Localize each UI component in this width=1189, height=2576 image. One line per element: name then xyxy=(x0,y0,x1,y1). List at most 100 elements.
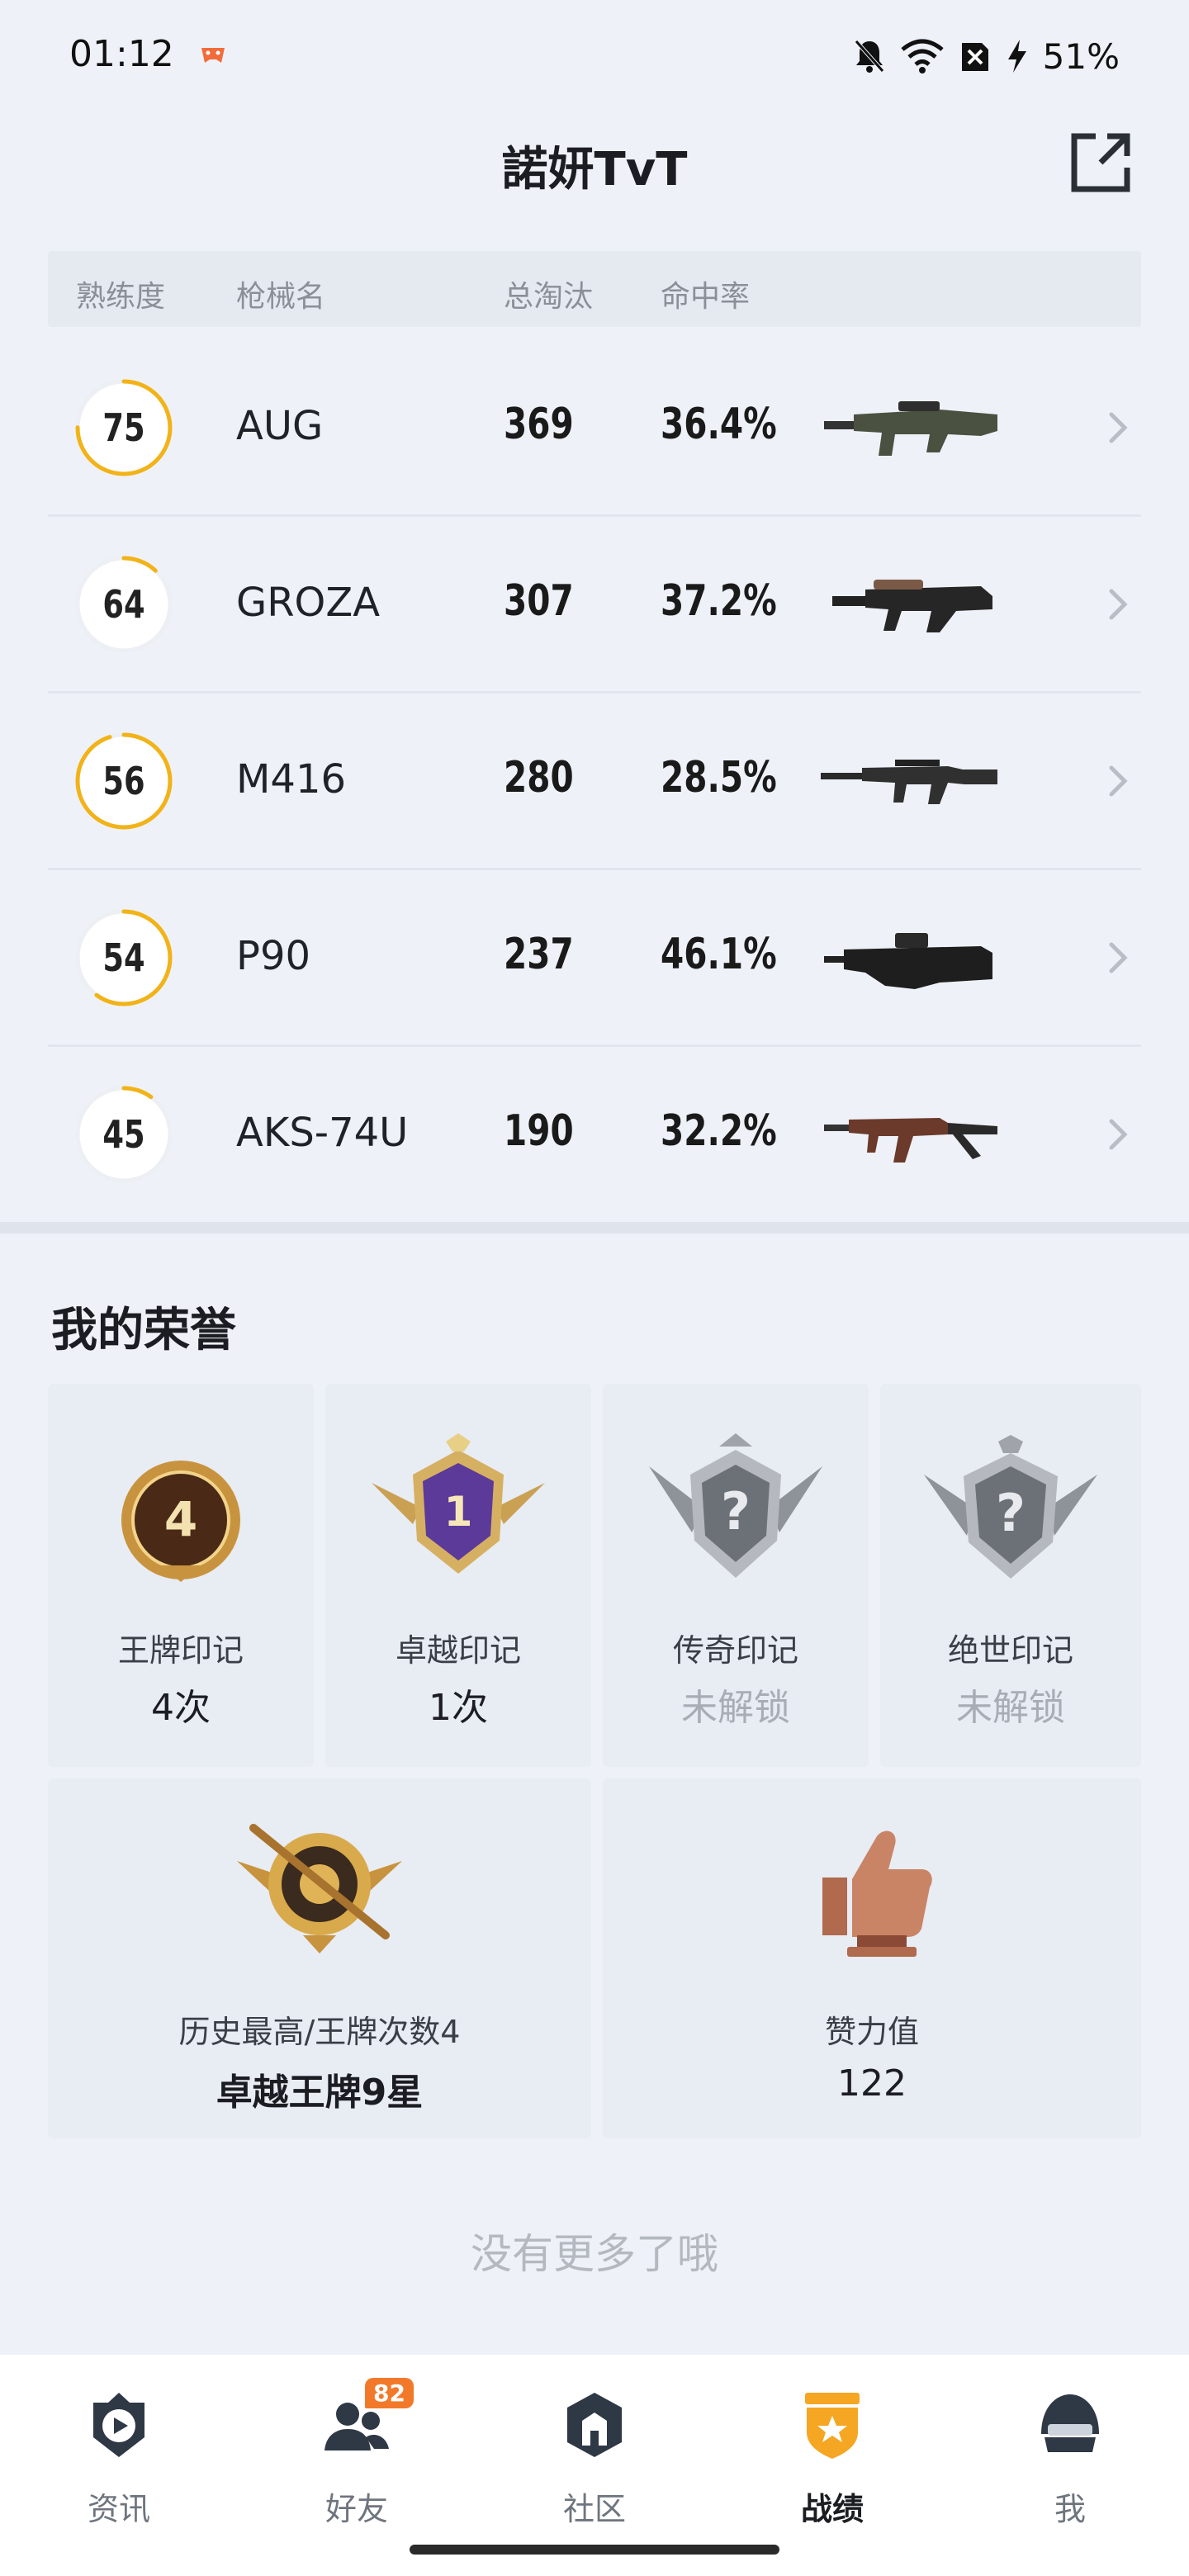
mastery-value: 45 xyxy=(102,1112,145,1157)
chevron-right-icon xyxy=(1109,412,1128,443)
honor-card-label: 绝世印记 xyxy=(947,1632,1073,1669)
honor-section-title: 我的荣誉 xyxy=(51,1304,236,1357)
tab-me[interactable]: 我 xyxy=(988,2388,1153,2528)
no-more-content-text: 没有更多了哦 xyxy=(471,2230,718,2278)
weapon-row[interactable]: 54 P90 237 46.1% xyxy=(48,870,1141,1047)
section-divider xyxy=(0,1222,1189,1234)
weapon-accuracy: 32.2% xyxy=(661,1106,777,1156)
weapon-name: GROZA xyxy=(236,580,381,626)
no-sim-icon xyxy=(961,43,988,71)
peerless-mark-locked-icon: ? xyxy=(924,1435,1097,1579)
honor-card-value: 未解锁 xyxy=(956,1687,1065,1729)
external-link-icon xyxy=(1071,133,1130,192)
excellence-mark-1-icon: 1 xyxy=(372,1433,545,1574)
weapon-name: M416 xyxy=(236,756,347,803)
column-weapon-name: 枪械名 xyxy=(236,280,326,314)
weapon-row[interactable]: 56 M416 280 28.5% xyxy=(48,694,1141,870)
m416-rifle-icon xyxy=(821,760,997,804)
groza-rifle-icon xyxy=(832,580,992,632)
weapon-accuracy: 28.5% xyxy=(661,753,777,803)
svg-text:?: ? xyxy=(996,1483,1026,1543)
legend-mark-locked-icon: ? xyxy=(649,1433,822,1578)
aks74u-rifle-icon xyxy=(824,1118,997,1163)
mastery-ring: 45 xyxy=(73,1083,175,1186)
charging-icon xyxy=(1007,40,1026,73)
honor-card-value: 122 xyxy=(837,2062,907,2105)
status-bar: 01:12 51% xyxy=(0,0,1189,107)
mastery-value: 75 xyxy=(102,405,145,450)
honor-card-likes[interactable]: 赞力值 122 xyxy=(603,1778,1141,2138)
weapon-name: AUG xyxy=(236,403,324,449)
tab-friends[interactable]: 82 好友 xyxy=(274,2378,439,2528)
mute-bell-icon xyxy=(854,40,884,73)
honor-card-value: 未解锁 xyxy=(681,1687,790,1729)
header: 諾妍TvT xyxy=(0,116,1189,215)
honor-card-label: 传奇印记 xyxy=(672,1632,798,1669)
column-mastery: 熟练度 xyxy=(76,280,166,314)
honor-card-label: 卓越印记 xyxy=(395,1632,521,1669)
weapon-accuracy: 36.4% xyxy=(661,400,777,449)
mastery-value: 64 xyxy=(102,582,145,627)
honor-card-label: 历史最高/王牌次数4 xyxy=(178,2014,461,2050)
status-time: 01:12 xyxy=(69,33,174,75)
tab-community[interactable]: 社区 xyxy=(512,2388,677,2528)
svg-text:?: ? xyxy=(721,1481,751,1541)
tab-label: 我 xyxy=(1054,2491,1086,2527)
svg-text:1: 1 xyxy=(444,1488,473,1536)
honor-card-peerless-mark[interactable]: ? 绝世印记 未解锁 xyxy=(880,1384,1141,1767)
tab-label: 资讯 xyxy=(87,2491,150,2527)
weapon-accuracy: 37.2% xyxy=(661,576,777,626)
weapon-accuracy: 46.1% xyxy=(661,930,777,979)
weapon-list: 75 AUG 369 36.4% 64 GROZA 307 37.2% 56 M… xyxy=(48,340,1141,1224)
chevron-right-icon xyxy=(1109,589,1128,620)
weapon-row[interactable]: 45 AKS-74U 190 32.2% xyxy=(48,1047,1141,1224)
mastery-value: 54 xyxy=(102,935,145,980)
column-accuracy: 命中率 xyxy=(661,280,751,314)
mastery-ring: 54 xyxy=(73,907,175,1009)
community-icon xyxy=(567,2393,622,2457)
bottom-tab-bar: 资讯 82 好友 社区 战绩 我 xyxy=(0,2355,1189,2576)
tab-record[interactable]: 战绩 xyxy=(750,2388,915,2528)
mastery-ring: 75 xyxy=(73,376,175,479)
p90-smg-icon xyxy=(824,933,992,989)
record-shield-icon xyxy=(805,2393,860,2459)
weapon-name: P90 xyxy=(236,933,311,979)
share-button[interactable] xyxy=(1063,125,1138,200)
thumbs-up-trophy-icon xyxy=(822,1830,932,1957)
chevron-right-icon xyxy=(1109,1119,1128,1150)
mastery-ring: 56 xyxy=(73,730,175,832)
wifi-icon xyxy=(901,39,944,73)
honor-card-value: 1次 xyxy=(429,1687,488,1729)
page-title: 諾妍TvT xyxy=(501,143,688,197)
tab-label: 战绩 xyxy=(800,2491,864,2527)
honor-card-label: 王牌印记 xyxy=(117,1632,244,1669)
honor-card-label: 赞力值 xyxy=(824,2014,919,2050)
weapon-table-header: 熟练度 枪械名 总淘汰 命中率 xyxy=(48,251,1141,327)
tab-label: 社区 xyxy=(562,2491,626,2527)
weapon-row[interactable]: 75 AUG 369 36.4% xyxy=(48,340,1141,517)
home-indicator[interactable] xyxy=(410,2545,779,2555)
honor-card-value: 卓越王牌9星 xyxy=(216,2072,424,2114)
honor-card-ace-mark[interactable]: 4 王牌印记 4次 xyxy=(48,1384,314,1767)
helmet-icon xyxy=(1041,2394,1099,2452)
honor-card-highest-rank[interactable]: 历史最高/王牌次数4 卓越王牌9星 xyxy=(48,1778,591,2138)
mastery-ring: 64 xyxy=(73,553,175,656)
weapon-eliminations: 237 xyxy=(504,930,574,979)
mastery-value: 56 xyxy=(102,759,145,803)
honor-card-excellence-mark[interactable]: 1 卓越印记 1次 xyxy=(325,1384,591,1767)
column-eliminations: 总淘汰 xyxy=(504,280,594,314)
weapon-eliminations: 307 xyxy=(504,576,574,626)
tab-news[interactable]: 资讯 xyxy=(36,2388,201,2528)
friends-badge: 82 xyxy=(365,2378,414,2408)
news-play-icon xyxy=(93,2393,144,2457)
chevron-right-icon xyxy=(1109,765,1128,797)
weapon-eliminations: 280 xyxy=(504,753,574,803)
honor-card-legend-mark[interactable]: ? 传奇印记 未解锁 xyxy=(603,1384,869,1767)
svg-text:4: 4 xyxy=(164,1491,197,1547)
gamepad-icon xyxy=(201,48,225,63)
honor-card-value: 4次 xyxy=(151,1687,211,1729)
weapon-row[interactable]: 64 GROZA 307 37.2% xyxy=(48,517,1141,694)
aug-rifle-icon xyxy=(824,401,997,456)
ace-mark-4-icon: 4 xyxy=(121,1461,240,1582)
weapon-name: AKS-74U xyxy=(236,1110,409,1156)
